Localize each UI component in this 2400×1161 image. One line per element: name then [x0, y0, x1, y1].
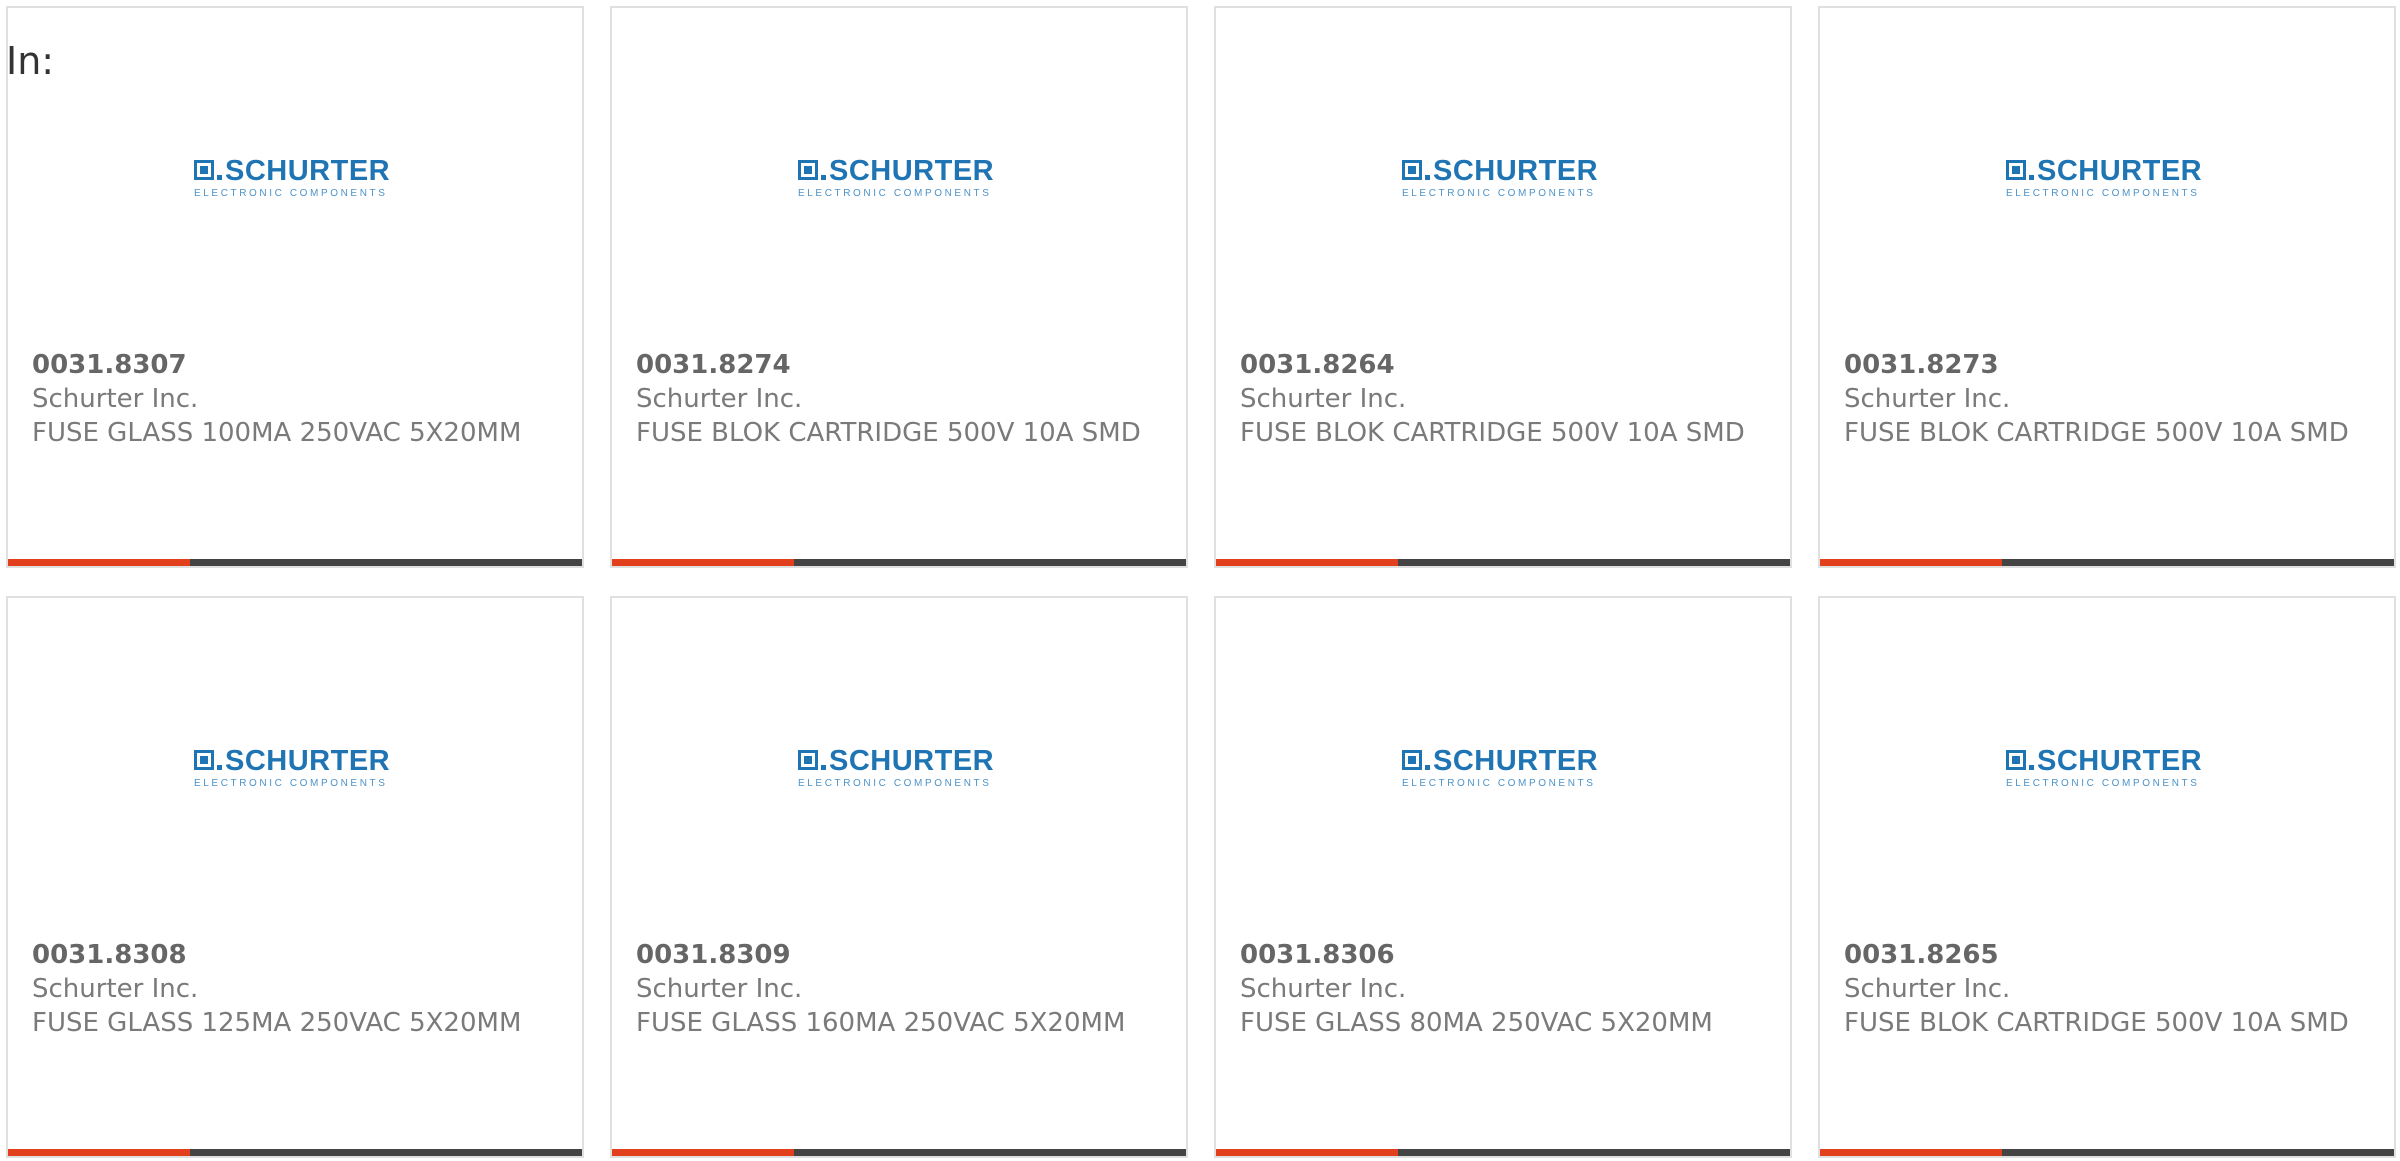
product-description: FUSE BLOK CARTRIDGE 500V 10A SMD [636, 418, 1141, 448]
card-bottom-bar [8, 1149, 582, 1156]
schurter-logo-icon [1402, 750, 1422, 770]
product-description: FUSE GLASS 125MA 250VAC 5X20MM [32, 1008, 522, 1038]
product-card[interactable]: SCHURTER ELECTRONIC COMPONENTS 0031.8274… [610, 6, 1188, 568]
logo-wordmark: SCHURTER [829, 155, 995, 187]
logo-wordmark: SCHURTER [1433, 155, 1599, 187]
part-number-link[interactable]: 0031.8309 [636, 938, 1156, 972]
part-number-link[interactable]: 0031.8273 [1844, 348, 2364, 382]
logo-wordmark: SCHURTER [1433, 745, 1599, 777]
product-card[interactable]: SCHURTER ELECTRONIC COMPONENTS 0031.8273… [1818, 6, 2396, 568]
card-bottom-bar [1216, 559, 1790, 566]
card-bottom-bar [1216, 1149, 1790, 1156]
schurter-logo: SCHURTER ELECTRONIC COMPONENTS [194, 746, 396, 792]
manufacturer-name: Schurter Inc. [1240, 974, 1407, 1004]
product-card[interactable]: SCHURTER ELECTRONIC COMPONENTS 0031.8306… [1214, 596, 1792, 1158]
schurter-logo-icon [194, 160, 214, 180]
product-grid: SCHURTER ELECTRONIC COMPONENTS 0031.8307… [6, 6, 2400, 1161]
part-number-link[interactable]: 0031.8307 [32, 348, 552, 382]
logo-wordmark: SCHURTER [829, 745, 995, 777]
schurter-logo: SCHURTER ELECTRONIC COMPONENTS [1402, 156, 1604, 202]
logo-subtitle: ELECTRONIC COMPONENTS [194, 188, 388, 199]
manufacturer-name: Schurter Inc. [32, 974, 199, 1004]
logo-wordmark: SCHURTER [225, 745, 391, 777]
schurter-logo: SCHURTER ELECTRONIC COMPONENTS [798, 746, 1000, 792]
card-bottom-bar [1820, 1149, 2394, 1156]
logo-subtitle: ELECTRONIC COMPONENTS [1402, 778, 1596, 789]
manufacturer-name: Schurter Inc. [636, 384, 803, 414]
part-number-link[interactable]: 0031.8308 [32, 938, 552, 972]
product-description: FUSE BLOK CARTRIDGE 500V 10A SMD [1240, 418, 1745, 448]
product-card[interactable]: SCHURTER ELECTRONIC COMPONENTS 0031.8307… [6, 6, 584, 568]
manufacturer-name: Schurter Inc. [1844, 974, 2011, 1004]
product-info: 0031.8309 Schurter Inc. FUSE GLASS 160MA… [636, 938, 1156, 1040]
card-bottom-bar [612, 1149, 1186, 1156]
card-bottom-bar [612, 559, 1186, 566]
product-description: FUSE BLOK CARTRIDGE 500V 10A SMD [1844, 1008, 2349, 1038]
product-info: 0031.8265 Schurter Inc. FUSE BLOK CARTRI… [1844, 938, 2364, 1040]
schurter-logo: SCHURTER ELECTRONIC COMPONENTS [2006, 156, 2208, 202]
logo-subtitle: ELECTRONIC COMPONENTS [2006, 778, 2200, 789]
product-info: 0031.8273 Schurter Inc. FUSE BLOK CARTRI… [1844, 348, 2364, 450]
product-info: 0031.8306 Schurter Inc. FUSE GLASS 80MA … [1240, 938, 1760, 1040]
logo-wordmark: SCHURTER [2037, 745, 2203, 777]
product-card[interactable]: SCHURTER ELECTRONIC COMPONENTS 0031.8309… [610, 596, 1188, 1158]
product-card[interactable]: SCHURTER ELECTRONIC COMPONENTS 0031.8265… [1818, 596, 2396, 1158]
product-description: FUSE GLASS 160MA 250VAC 5X20MM [636, 1008, 1126, 1038]
schurter-logo: SCHURTER ELECTRONIC COMPONENTS [798, 156, 1000, 202]
logo-subtitle: ELECTRONIC COMPONENTS [194, 778, 388, 789]
schurter-logo: SCHURTER ELECTRONIC COMPONENTS [2006, 746, 2208, 792]
part-number-link[interactable]: 0031.8274 [636, 348, 1156, 382]
product-description: FUSE BLOK CARTRIDGE 500V 10A SMD [1844, 418, 2349, 448]
part-number-link[interactable]: 0031.8265 [1844, 938, 2364, 972]
logo-wordmark: SCHURTER [2037, 155, 2203, 187]
schurter-logo-icon [798, 750, 818, 770]
product-info: 0031.8307 Schurter Inc. FUSE GLASS 100MA… [32, 348, 552, 450]
product-card[interactable]: SCHURTER ELECTRONIC COMPONENTS 0031.8264… [1214, 6, 1792, 568]
schurter-logo: SCHURTER ELECTRONIC COMPONENTS [1402, 746, 1604, 792]
schurter-logo-icon [2006, 750, 2026, 770]
schurter-logo-icon [798, 160, 818, 180]
logo-subtitle: ELECTRONIC COMPONENTS [798, 188, 992, 199]
product-description: FUSE GLASS 80MA 250VAC 5X20MM [1240, 1008, 1713, 1038]
manufacturer-name: Schurter Inc. [1844, 384, 2011, 414]
card-bottom-bar [8, 559, 582, 566]
logo-subtitle: ELECTRONIC COMPONENTS [2006, 188, 2200, 199]
product-info: 0031.8274 Schurter Inc. FUSE BLOK CARTRI… [636, 348, 1156, 450]
schurter-logo: SCHURTER ELECTRONIC COMPONENTS [194, 156, 396, 202]
logo-subtitle: ELECTRONIC COMPONENTS [798, 778, 992, 789]
product-info: 0031.8308 Schurter Inc. FUSE GLASS 125MA… [32, 938, 552, 1040]
filter-in-label: In: [6, 39, 55, 83]
product-description: FUSE GLASS 100MA 250VAC 5X20MM [32, 418, 522, 448]
product-card[interactable]: SCHURTER ELECTRONIC COMPONENTS 0031.8308… [6, 596, 584, 1158]
schurter-logo-icon [2006, 160, 2026, 180]
logo-subtitle: ELECTRONIC COMPONENTS [1402, 188, 1596, 199]
schurter-logo-icon [1402, 160, 1422, 180]
manufacturer-name: Schurter Inc. [636, 974, 803, 1004]
manufacturer-name: Schurter Inc. [32, 384, 199, 414]
manufacturer-name: Schurter Inc. [1240, 384, 1407, 414]
schurter-logo-icon [194, 750, 214, 770]
logo-wordmark: SCHURTER [225, 155, 391, 187]
part-number-link[interactable]: 0031.8306 [1240, 938, 1760, 972]
part-number-link[interactable]: 0031.8264 [1240, 348, 1760, 382]
product-info: 0031.8264 Schurter Inc. FUSE BLOK CARTRI… [1240, 348, 1760, 450]
card-bottom-bar [1820, 559, 2394, 566]
